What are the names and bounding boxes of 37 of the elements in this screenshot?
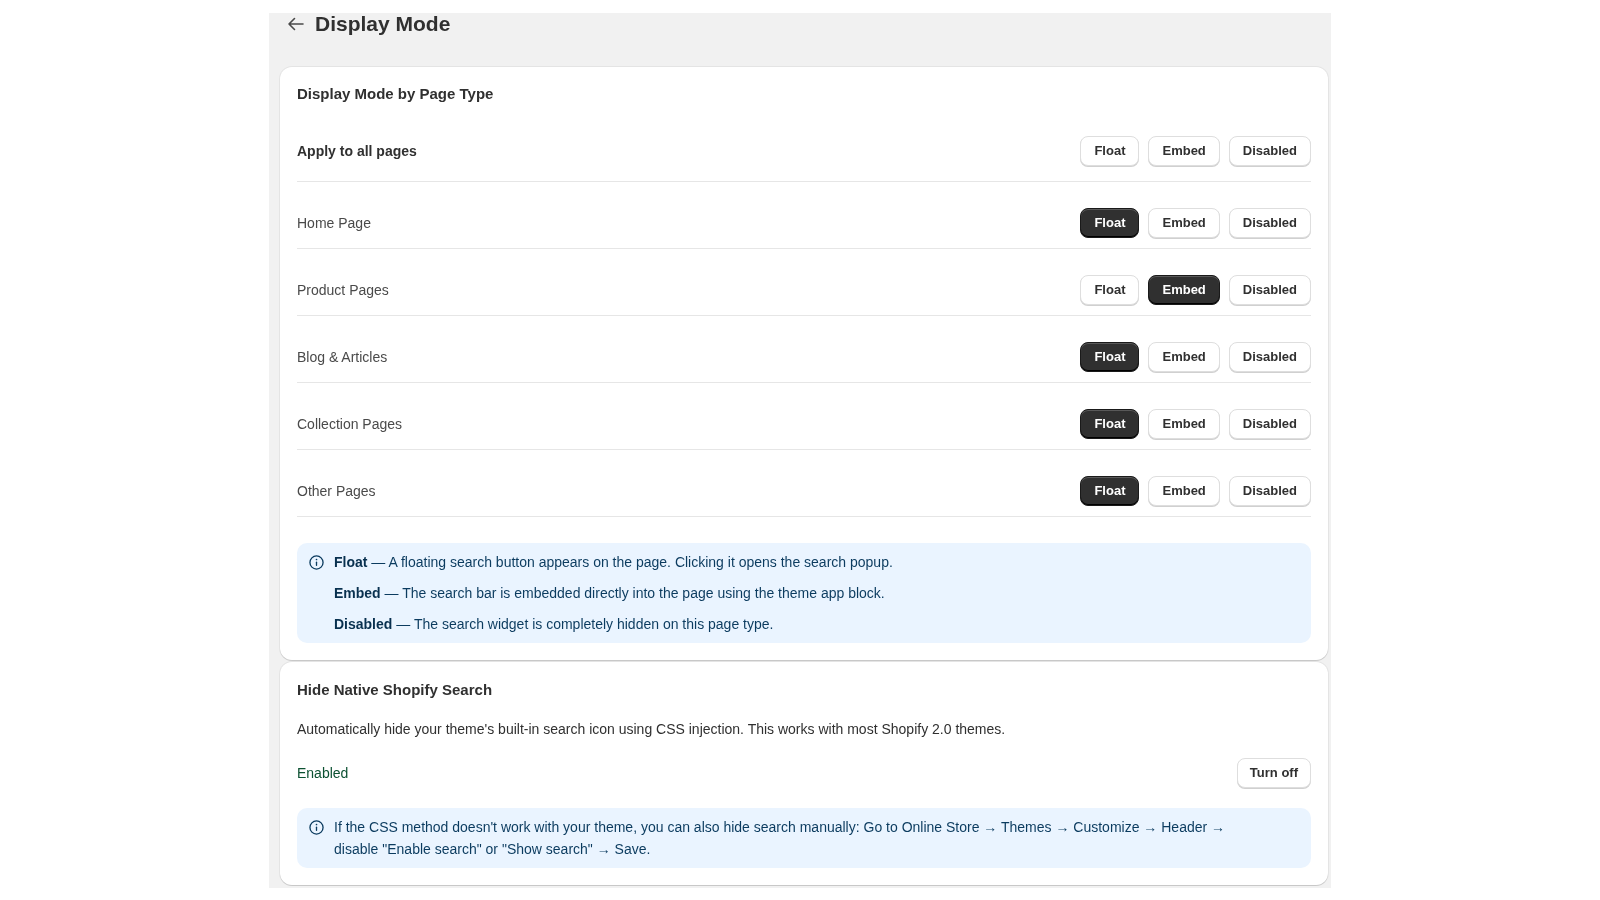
- info-text: Float — A floating search button appears on the page. Clicking it opens the search popup.: [334, 553, 893, 572]
- info-icon: [309, 555, 324, 570]
- mode-button[interactable]: Float: [1080, 136, 1140, 166]
- row-label: Home Page: [297, 213, 371, 233]
- info-icon: [309, 820, 324, 835]
- mode-button[interactable]: Embed: [1148, 275, 1220, 305]
- info-text: Disabled — The search widget is completely hidden on this page type.: [334, 615, 775, 634]
- mode-button[interactable]: Embed: [1148, 342, 1220, 372]
- mode-button[interactable]: Disabled: [1228, 342, 1311, 372]
- mode-button[interactable]: Float: [1080, 409, 1140, 439]
- mode-button[interactable]: Disabled: [1228, 136, 1311, 166]
- mode-button[interactable]: Disabled: [1228, 275, 1311, 305]
- mode-button[interactable]: Disabled: [1228, 208, 1311, 238]
- row-label: Other Pages: [297, 481, 376, 501]
- mode-button[interactable]: Embed: [1148, 136, 1220, 166]
- back-arrow-icon[interactable]: [287, 16, 304, 31]
- mode-button[interactable]: Float: [1080, 476, 1140, 506]
- row-label: Product Pages: [297, 280, 389, 300]
- mode-button[interactable]: Float: [1080, 275, 1140, 305]
- mode-button[interactable]: Float: [1080, 342, 1140, 372]
- card-title: Hide Native Shopify Search: [297, 680, 494, 700]
- row-label: Blog & Articles: [297, 347, 388, 367]
- turn-off-button[interactable]: Turn off: [1236, 758, 1311, 788]
- mode-button[interactable]: Disabled: [1228, 409, 1311, 439]
- mode-button[interactable]: Embed: [1148, 476, 1220, 506]
- card-description: Automatically hide your theme's built-in search icon using CSS injection. This works with most Shopify 2.0 themes.: [297, 720, 1007, 739]
- mode-button[interactable]: Embed: [1148, 208, 1220, 238]
- mode-button[interactable]: Float: [1080, 208, 1140, 238]
- page-title: Display Mode: [315, 13, 451, 34]
- info-text: Embed — The search bar is embedded directly into the page using the theme app block.: [334, 584, 886, 603]
- mode-button[interactable]: Disabled: [1228, 476, 1311, 506]
- status-text: Enabled: [297, 763, 349, 783]
- row-label: Collection Pages: [297, 414, 403, 434]
- row-label: Apply to all pages: [297, 141, 417, 161]
- card-title: Display Mode by Page Type: [297, 84, 495, 104]
- info-text: If the CSS method doesn't work with your theme, you can also hide search manually: Go to Online Store → Themes → Customize → Header → disable "Enable search" or "Show search" → Save.: [334, 818, 1227, 859]
- mode-button[interactable]: Embed: [1148, 409, 1220, 439]
